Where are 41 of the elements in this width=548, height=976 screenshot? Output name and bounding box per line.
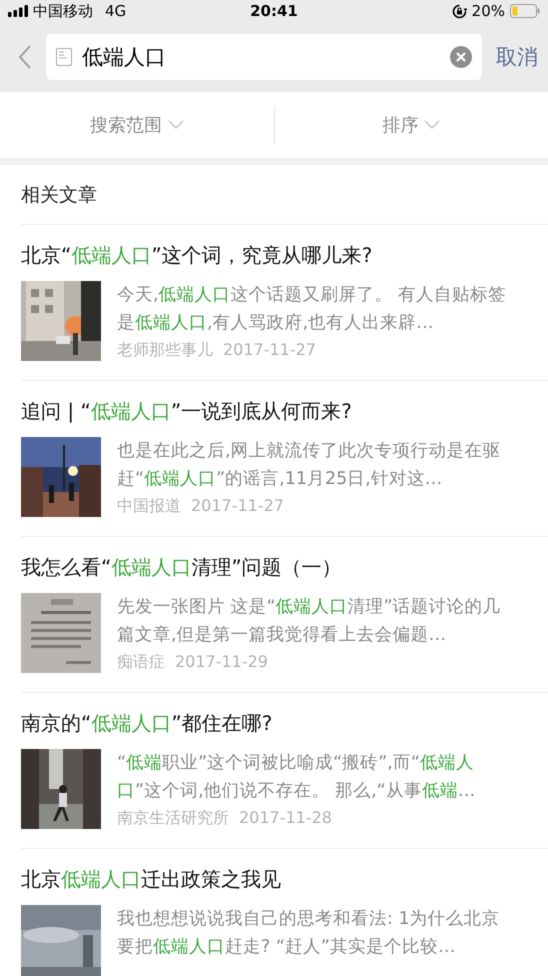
article-title: 追问 | “低端人口”一说到底从何而来?	[21, 398, 353, 425]
article-item[interactable]: 北京低端人口迁出政策之我见 我也想想说说我自己的思考和看法: 1为什么北京要把低端人口赶走? “赶人”其实是个比较…	[21, 849, 548, 976]
section-title: 相关文章	[21, 182, 97, 208]
search-field[interactable]: 低端人口	[46, 34, 482, 80]
article-item[interactable]: 南京的“低端人口”都住在哪? “低端职业”这个词被比喻成“搬砖”,而“低端人口”这个词,他们说不存在。 那么,“从事低端… 南京生活研究所 2017-11-28	[21, 693, 548, 849]
article-source: 老师那些事儿	[117, 339, 213, 361]
filter-dropdown[interactable]: 排序	[378, 109, 444, 141]
article-title: 南京的“低端人口”都住在哪?	[21, 710, 274, 737]
article-item[interactable]: 我怎么看“低端人口清理”问题（一） 先发一张图片 这是“低端人口清理”话题讨论的几篇文章,但是第一篇我觉得看上去会偏题… 痴语症 2017-11-29	[21, 537, 548, 693]
rotation-lock-icon	[452, 4, 467, 18]
article-snippet: 先发一张图片 这是“低端人口清理”话题讨论的几篇文章,但是第一篇我觉得看上去会偏题…	[117, 596, 502, 647]
clear-button[interactable]	[450, 46, 472, 68]
battery-percent: 20%	[472, 2, 505, 20]
search-input[interactable]: 低端人口	[82, 45, 440, 69]
article-item[interactable]: 北京“低端人口”这个词，究竟从哪儿来? 今天,低端人口这个话题又刷屏了。 有人自贴标签是低端人口,有人骂政府,也有人出来辟… 老师那些事儿 2017-11-27	[21, 225, 548, 381]
article-snippet: “低端职业”这个词被比喻成“搬砖”,而“低端人口”这个词,他们说不存在。 那么,“从事低端…	[117, 752, 476, 803]
article-snippet: 今天,低端人口这个话题又刷屏了。 有人自贴标签是低端人口,有人骂政府,也有人出来辟…	[117, 284, 508, 335]
carrier-name: 中国移动	[33, 2, 93, 20]
article-title: 北京低端人口迁出政策之我见	[21, 866, 282, 893]
signal-icon	[8, 5, 29, 17]
battery-icon	[510, 4, 540, 18]
article-item[interactable]: 追问 | “低端人口”一说到底从何而来? 也是在此之后,网上就流传了此次专项行动是在驱赶“低端人口”的谣言,11月25日,针对这… 中国报道 2017-11-27	[21, 381, 548, 537]
article-snippet: 也是在此之后,网上就流传了此次专项行动是在驱赶“低端人口”的谣言,11月25日,针对这…	[117, 440, 502, 491]
article-source: 南京生活研究所	[117, 807, 229, 829]
cancel-button[interactable]: 取消	[496, 43, 538, 71]
clock-time: 20:41	[250, 2, 298, 20]
chevron-down-icon	[168, 120, 184, 130]
chevron-down-icon	[424, 120, 440, 130]
document-icon	[56, 48, 72, 66]
back-button[interactable]	[18, 44, 32, 70]
network-type: 4G	[105, 2, 126, 20]
article-date: 2017-11-28	[239, 807, 332, 829]
article-title: 北京“低端人口”这个词，究竟从哪儿来?	[21, 242, 374, 269]
article-date: 2017-11-27	[191, 495, 284, 517]
article-title: 我怎么看“低端人口清理”问题（一）	[21, 554, 343, 581]
filter-dropdown[interactable]: 搜索范围	[86, 109, 188, 141]
article-snippet: 我也想想说说我自己的思考和看法: 1为什么北京要把低端人口赶走? “赶人”其实是个比较…	[117, 908, 501, 959]
article-source: 中国报道	[117, 495, 181, 517]
article-date: 2017-11-29	[175, 651, 268, 673]
article-source: 痴语症	[117, 651, 165, 673]
article-date: 2017-11-27	[223, 339, 316, 361]
